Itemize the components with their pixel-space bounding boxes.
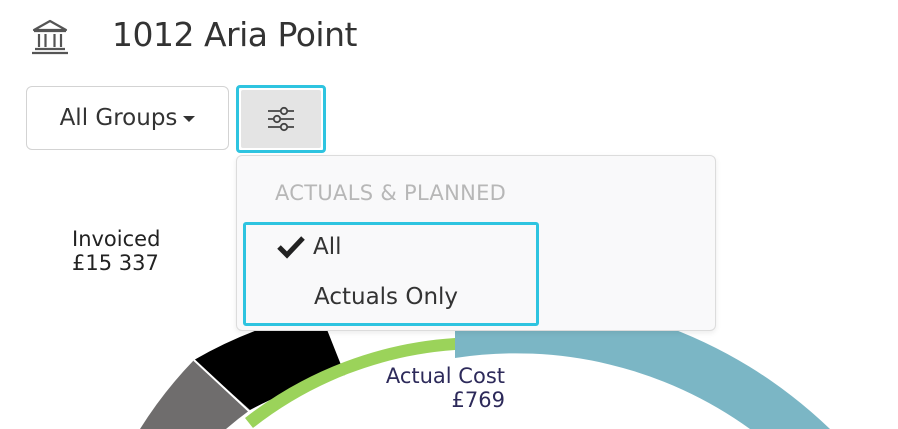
title-row bbox=[30, 12, 70, 62]
menu-item-all-label: All bbox=[313, 234, 342, 260]
filter-button[interactable] bbox=[236, 85, 326, 153]
actuals-filter-menu: ACTUALS & PLANNED All Actuals Only bbox=[236, 155, 716, 331]
checkmark-icon bbox=[277, 236, 305, 259]
actual-cost-value: £769 bbox=[451, 388, 505, 412]
menu-item-actuals-only[interactable]: Actuals Only bbox=[314, 284, 458, 310]
menu-item-all[interactable]: All bbox=[277, 234, 342, 260]
caret-down-icon bbox=[183, 116, 196, 122]
invoiced-value: £15 337 bbox=[72, 251, 159, 275]
page-title: 1012 Aria Point bbox=[112, 15, 357, 54]
menu-item-actuals-only-label: Actuals Only bbox=[314, 284, 459, 310]
menu-section-header: ACTUALS & PLANNED bbox=[275, 181, 507, 205]
actual-cost-label: Actual Cost £769 bbox=[382, 364, 505, 412]
invoiced-label: Invoiced £15 337 bbox=[72, 227, 160, 275]
bank-icon bbox=[32, 19, 68, 55]
groups-dropdown-button[interactable]: All Groups bbox=[26, 86, 229, 150]
sliders-icon bbox=[268, 106, 294, 132]
invoiced-label-text: Invoiced bbox=[72, 227, 161, 251]
groups-dropdown-label: All Groups bbox=[59, 105, 178, 131]
actual-cost-label-text: Actual Cost bbox=[385, 364, 505, 388]
